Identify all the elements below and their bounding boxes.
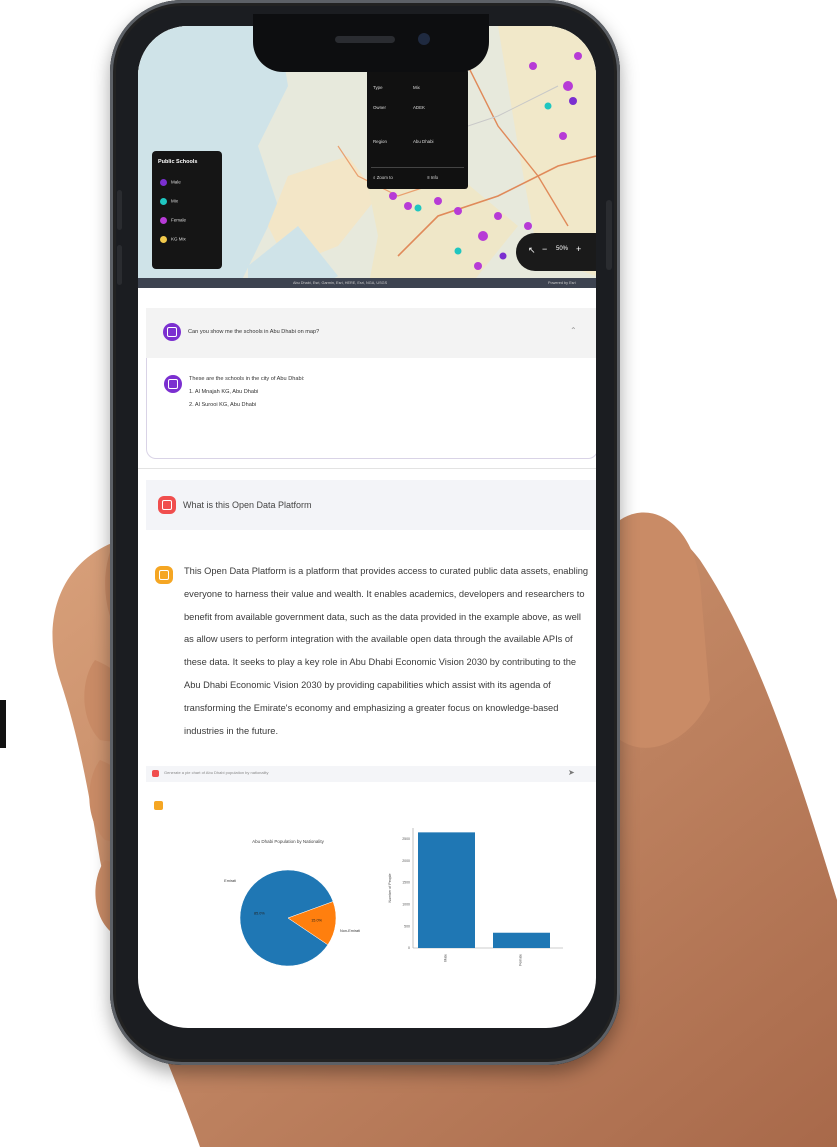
bar-chart: 0 500 1000 1500 2000 2500 Number of People Male… xyxy=(388,828,563,966)
y-tick-label: 2000 xyxy=(402,859,410,863)
pie-title: Abu Dhabi Population by Nationality xyxy=(252,839,325,844)
volume-down-button xyxy=(117,245,122,285)
chat-question-1: Can you show me the schools in Abu Dhabi… xyxy=(146,308,596,358)
legend-item-kg-mix: KG Mix xyxy=(160,236,186,243)
y-tick-label: 500 xyxy=(404,924,410,928)
pan-icon[interactable]: ↖ xyxy=(528,245,536,256)
pie-slice-label: 85.0% xyxy=(254,912,265,916)
popup-label-type: Type xyxy=(373,85,383,90)
assistant-avatar-icon xyxy=(164,375,182,393)
y-tick-label: 0 xyxy=(408,946,410,950)
assistant-avatar-icon xyxy=(154,801,163,810)
popup-divider xyxy=(371,167,464,168)
zoom-in-button[interactable]: + xyxy=(576,244,581,254)
user-avatar-icon xyxy=(158,496,176,514)
popup-value-type: Mix xyxy=(413,85,420,90)
zoom-out-button[interactable]: − xyxy=(542,244,547,254)
question-2-text: What is this Open Data Platform xyxy=(183,500,312,510)
section-divider xyxy=(138,468,596,469)
chat-input[interactable]: Generate a pie chart of Abu Dhabi popula… xyxy=(164,770,269,775)
popup-value-region: Abu Dhabi xyxy=(413,139,434,144)
y-tick-label: 1000 xyxy=(402,903,410,907)
map-attribution: Abu Dhabi, Esri, Garmin, Esri, HERE, Esr… xyxy=(138,278,596,288)
popup-label-owner: Owner xyxy=(373,105,386,110)
kg-mix-marker-icon xyxy=(160,236,167,243)
phone-notch xyxy=(253,14,489,72)
legend-title: Public Schools xyxy=(158,159,198,165)
pie-category-label: Emirati xyxy=(224,879,236,883)
chat-input-row: Generate a pie chart of Abu Dhabi popula… xyxy=(146,766,596,782)
chat-question-2: What is this Open Data Platform xyxy=(146,480,596,530)
female-marker-icon xyxy=(160,217,167,224)
background-bracket-icon xyxy=(0,700,6,748)
y-tick-label: 1500 xyxy=(402,881,410,885)
answer-1-item-1: 1. Al Mnajah KG, Abu Dhabi xyxy=(189,389,259,395)
chat-answer-1: These are the schools in the city of Abu… xyxy=(146,358,596,459)
legend-item-female: Female xyxy=(160,217,186,224)
assistant-avatar-icon xyxy=(155,566,173,584)
pie-chart: Abu Dhabi Population by Nationality 85.0%… xyxy=(224,839,360,967)
chart-area: Abu Dhabi Population by Nationality 85.0%… xyxy=(138,798,596,978)
male-marker-icon xyxy=(160,179,167,186)
x-tick-label: Female xyxy=(519,954,523,966)
y-axis-label: Number of People xyxy=(388,874,392,903)
speaker-icon xyxy=(335,36,395,43)
map-legend: Public Schools Male Mix Female KG Mix xyxy=(152,151,222,269)
x-tick-label: Male xyxy=(444,954,448,962)
zoom-level: 50% xyxy=(556,246,569,252)
mix-marker-icon xyxy=(160,198,167,205)
popup-label-region: Region xyxy=(373,139,387,144)
camera-icon xyxy=(418,33,430,45)
map-zoom-control: ↖ − 50% + xyxy=(516,233,596,271)
answer-2-text: This Open Data Platform is a platform th… xyxy=(184,566,589,736)
popup-zoom-link[interactable]: ⌕ Zoom to xyxy=(373,175,393,180)
pie-slice-label: 15.0% xyxy=(311,918,322,922)
legend-item-mix: Mix xyxy=(160,198,178,205)
y-tick-label: 2500 xyxy=(402,837,410,841)
user-avatar-icon xyxy=(152,770,159,777)
user-avatar-icon xyxy=(163,323,181,341)
map-popup: Type Mix Owner ADEK Region Abu Dhabi ⌕ Z… xyxy=(367,69,468,189)
bar-male xyxy=(418,832,475,948)
bar-female xyxy=(493,932,550,948)
answer-1-item-2: 2. Al Surooi KG, Abu Dhabi xyxy=(189,402,257,408)
legend-item-male: Male xyxy=(160,179,181,186)
chevron-up-icon[interactable]: ⌃ xyxy=(570,326,577,335)
phone-screen: Public Schools Male Mix Female KG Mix Ty… xyxy=(138,26,596,1028)
popup-more-link[interactable]: ≡ Info xyxy=(427,175,438,180)
volume-up-button xyxy=(117,190,122,230)
send-icon[interactable]: ➤ xyxy=(568,768,575,777)
power-button xyxy=(606,200,612,270)
answer-1-intro: These are the schools in the city of Abu… xyxy=(189,376,305,382)
pie-category-label: Non-Emirati xyxy=(340,929,360,933)
question-1-text: Can you show me the schools in Abu Dhabi… xyxy=(188,329,320,335)
popup-value-owner: ADEK xyxy=(413,105,425,110)
